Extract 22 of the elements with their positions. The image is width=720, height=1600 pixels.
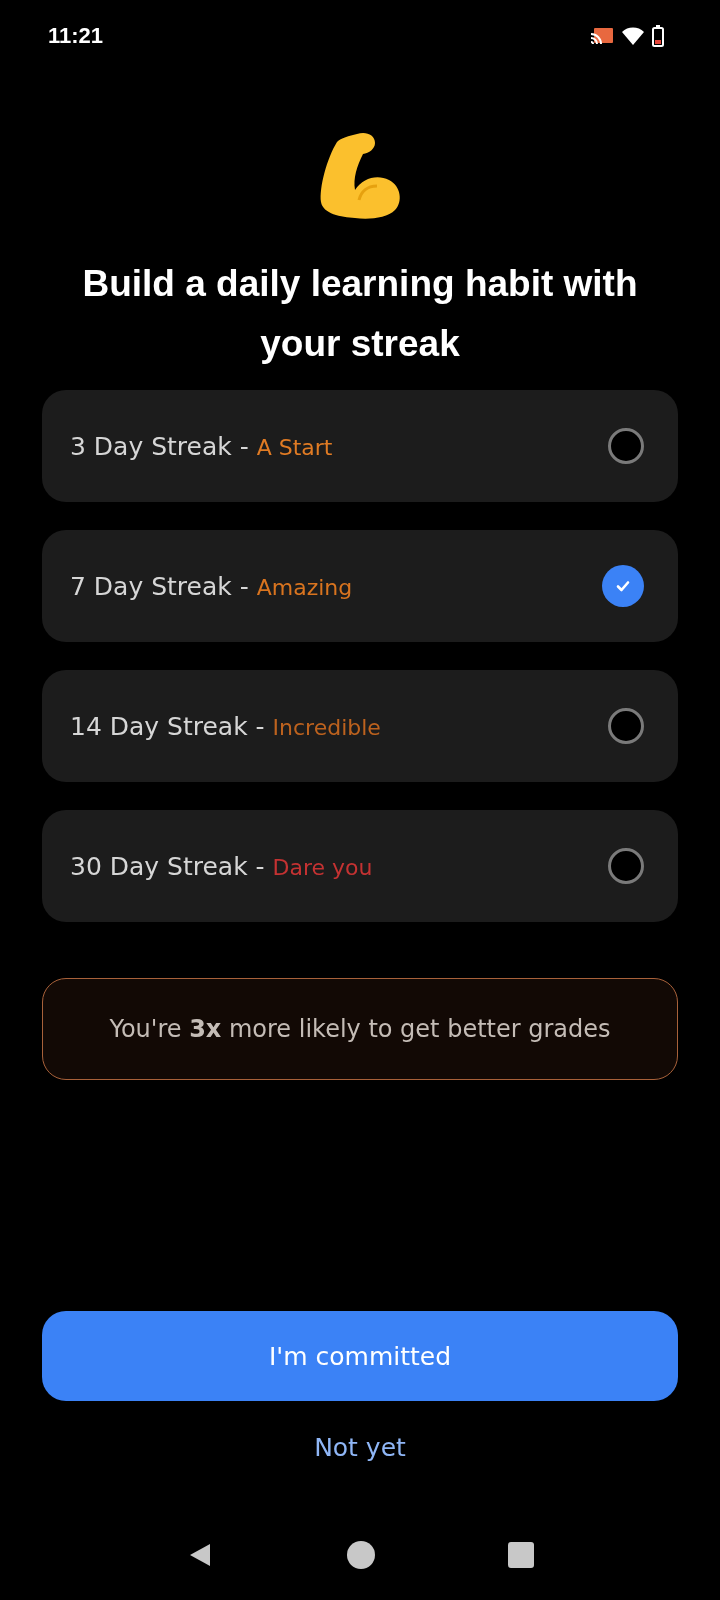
radio-button[interactable] — [608, 848, 644, 884]
page-title: Build a daily learning habit with your streak — [81, 262, 639, 366]
battery-icon — [652, 25, 664, 47]
option-label: 14 Day Streak - Incredible — [70, 711, 381, 741]
radio-button[interactable] — [608, 708, 644, 744]
info-text: You're 3x more likely to get better grades — [109, 1015, 611, 1043]
streak-option[interactable]: 30 Day Streak - Dare you — [42, 810, 678, 922]
status-time: 11:21 — [48, 23, 104, 49]
not-yet-button[interactable]: Not yet — [306, 1425, 414, 1470]
wifi-icon — [622, 27, 644, 45]
option-label: 30 Day Streak - Dare you — [70, 851, 373, 881]
option-label: 3 Day Streak - A Start — [70, 431, 333, 461]
recents-icon[interactable] — [507, 1542, 534, 1568]
committed-button[interactable]: I'm committed — [42, 1311, 678, 1401]
option-label: 7 Day Streak - Amazing — [70, 571, 353, 601]
home-icon[interactable] — [347, 1541, 375, 1569]
streak-option[interactable]: 3 Day Streak - A Start — [42, 390, 678, 502]
streak-option[interactable]: 7 Day Streak - Amazing — [42, 530, 678, 642]
radio-button[interactable] — [602, 565, 644, 607]
streak-option[interactable]: 14 Day Streak - Incredible — [42, 670, 678, 782]
cast-icon — [590, 27, 614, 45]
radio-button[interactable] — [608, 428, 644, 464]
